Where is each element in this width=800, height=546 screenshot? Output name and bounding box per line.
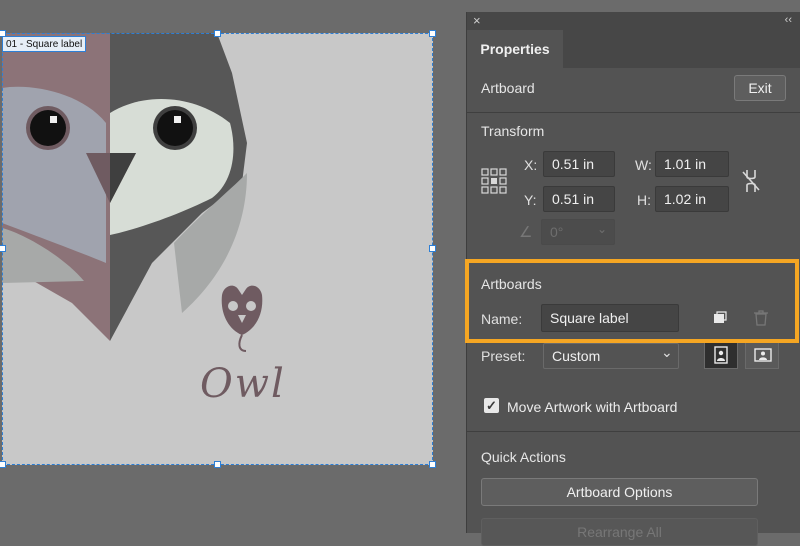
landscape-icon — [754, 348, 772, 362]
divider — [467, 112, 800, 113]
owl-logo-icon — [221, 285, 263, 352]
selection-handle-mr[interactable] — [429, 245, 436, 252]
h-label: H: — [637, 192, 651, 208]
transform-section-title: Transform — [481, 123, 545, 139]
move-artwork-label: Move Artwork with Artboard — [507, 399, 678, 415]
close-icon[interactable]: × — [473, 13, 481, 28]
collapse-icon[interactable]: ‹‹ — [785, 14, 792, 26]
selection-handle-bm[interactable] — [214, 461, 221, 468]
quick-actions-title: Quick Actions — [481, 449, 566, 465]
rotate-dropdown-icon: ⌄ — [597, 222, 608, 236]
landscape-orientation-button[interactable] — [745, 341, 779, 369]
rotate-icon: ∠ — [519, 224, 533, 241]
canvas[interactable]: Owl 01 - Square label — [0, 0, 466, 533]
preset-dropdown-icon[interactable]: ⌄ — [661, 344, 673, 361]
divider — [467, 431, 800, 432]
selection-handle-tr[interactable] — [429, 30, 436, 37]
artboard[interactable]: Owl — [2, 33, 433, 465]
tab-properties[interactable]: Properties — [467, 30, 563, 68]
w-label: W: — [635, 157, 652, 173]
y-input[interactable]: 0.51 in — [543, 186, 615, 212]
selection-handle-tm[interactable] — [214, 30, 221, 37]
owl-logo-text: Owl — [200, 361, 286, 407]
portrait-orientation-button[interactable] — [704, 341, 738, 369]
selection-handle-ml[interactable] — [0, 245, 6, 252]
rearrange-all-button: Rearrange All — [481, 518, 758, 546]
selection-handle-bl[interactable] — [0, 461, 6, 468]
portrait-icon — [714, 346, 728, 364]
move-artwork-checkbox[interactable]: ✓ — [484, 398, 499, 413]
x-input[interactable]: 0.51 in — [543, 151, 615, 177]
tab-strip — [563, 30, 800, 68]
artboards-highlight-box — [465, 259, 799, 343]
artboard-section-title: Artboard — [481, 80, 535, 96]
constrain-proportions-icon[interactable] — [741, 168, 761, 194]
selection-handle-br[interactable] — [429, 461, 436, 468]
y-label: Y: — [524, 192, 537, 208]
artboard-options-button[interactable]: Artboard Options — [481, 478, 758, 506]
exit-button[interactable]: Exit — [734, 75, 786, 101]
preset-select[interactable]: Custom — [543, 343, 679, 369]
w-input[interactable]: 1.01 in — [655, 151, 729, 177]
h-input[interactable]: 1.02 in — [655, 186, 729, 212]
x-label: X: — [524, 157, 538, 173]
reference-point-icon[interactable] — [481, 168, 507, 194]
panel-title-bar: × ‹‹ — [467, 12, 800, 30]
preset-label: Preset: — [481, 348, 526, 364]
artboard-name-label[interactable]: 01 - Square label — [2, 36, 87, 52]
